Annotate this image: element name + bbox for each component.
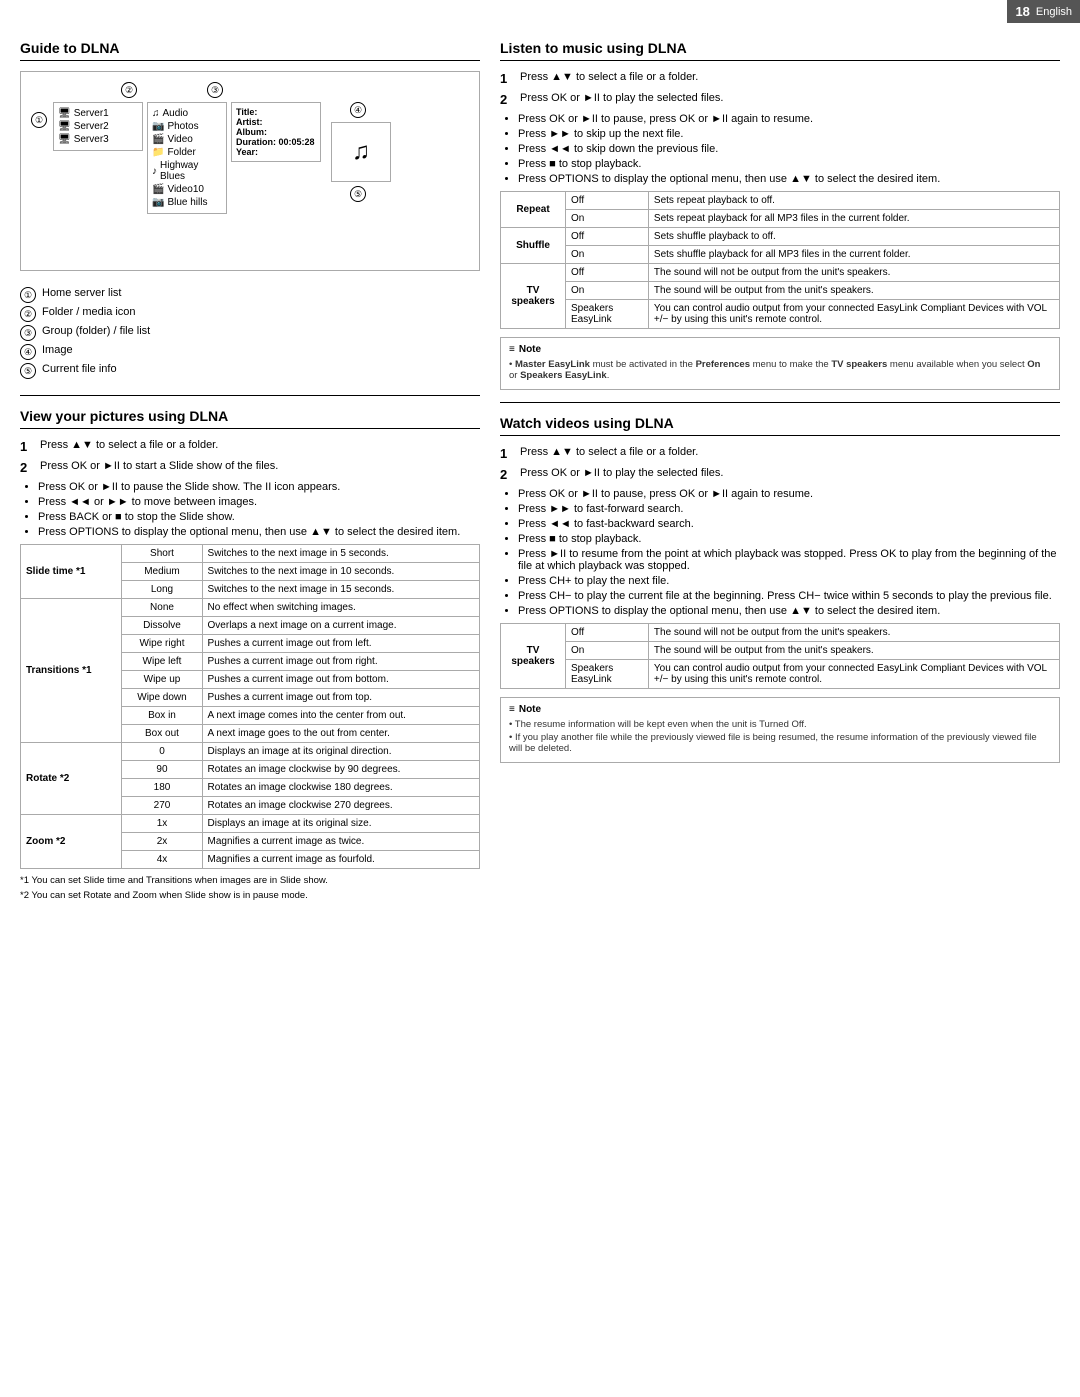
legend-item: ④ Image: [20, 344, 480, 360]
listen-step-2: 2 Press OK or ►II to play the selected f…: [500, 92, 1060, 107]
server-icon: 🖥: [58, 121, 71, 132]
pictures-bullets: Press OK or ►II to pause the Slide show.…: [38, 481, 480, 538]
section-divider: [20, 395, 480, 396]
watch-step-1: 1 Press ▲▼ to select a file or a folder.: [500, 446, 1060, 461]
note-content: • Master EasyLink must be activated in t…: [509, 359, 1051, 381]
table-row: Speakers EasyLink You can control audio …: [501, 300, 1060, 329]
guide-dlna-title: Guide to DLNA: [20, 40, 480, 61]
music-note-icon: ♫: [331, 122, 391, 182]
folder-item: 📁Folder: [152, 146, 222, 159]
watch-table: TV speakers Off The sound will not be ou…: [500, 623, 1060, 689]
server-icon: 🖥: [58, 108, 71, 119]
language-label: English: [1036, 6, 1072, 18]
legend-item: ① Home server list: [20, 287, 480, 303]
note-content-2: • The resume information will be kept ev…: [509, 719, 1051, 754]
note-header: ≡ Note: [509, 344, 1051, 355]
listen-step-1: 1 Press ▲▼ to select a file or a folder.: [500, 71, 1060, 86]
table-row: On Sets shuffle playback for all MP3 fil…: [501, 246, 1060, 264]
step-2: 2 Press OK or ►II to start a Slide show …: [20, 460, 480, 475]
server-icon: 🖥: [58, 134, 71, 145]
server-item: 🖥 Server2: [58, 120, 138, 133]
diagram-num-5: ⑤: [350, 186, 366, 202]
server-item: 🖥 Server1: [58, 107, 138, 120]
table-row: Shuffle Off Sets shuffle playback to off…: [501, 228, 1060, 246]
legend-list: ① Home server list ② Folder / media icon…: [20, 287, 480, 379]
right-column: Listen to music using DLNA 1 Press ▲▼ to…: [500, 40, 1060, 901]
table-row: Rotate *2 0 Displays an image at its ori…: [21, 743, 480, 761]
footnote-2: *2 You can set Rotate and Zoom when Slid…: [20, 890, 480, 901]
listen-bullets: Press OK or ►II to pause, press OK or ►I…: [518, 113, 1060, 185]
footnote-1: *1 You can set Slide time and Transition…: [20, 875, 480, 886]
table-row: Transitions *1 None No effect when switc…: [21, 599, 480, 617]
options-table: Slide time *1 Short Switches to the next…: [20, 544, 480, 869]
legend-item: ② Folder / media icon: [20, 306, 480, 322]
table-row: Zoom *2 1x Displays an image at its orig…: [21, 815, 480, 833]
diagram-num-4: ④: [350, 102, 366, 118]
info-panel: Title: Artist: Album: Duration: 00:05:28…: [231, 102, 321, 162]
watch-step-2: 2 Press OK or ►II to play the selected f…: [500, 467, 1060, 482]
table-row: TV speakers Off The sound will not be ou…: [501, 264, 1060, 282]
view-pictures-title: View your pictures using DLNA: [20, 408, 480, 429]
table-row: Speakers EasyLink You can control audio …: [501, 660, 1060, 689]
note-icon: ≡: [509, 344, 515, 355]
step-1: 1 Press ▲▼ to select a file or a folder.: [20, 439, 480, 454]
table-row: On The sound will be output from the uni…: [501, 642, 1060, 660]
note-icon-2: ≡: [509, 704, 515, 715]
table-row: On Sets repeat playback for all MP3 file…: [501, 210, 1060, 228]
diagram-num-3: ③: [207, 82, 223, 98]
diagram-num-2: ②: [121, 82, 137, 98]
left-column: Guide to DLNA ② ③ ① 🖥 Server1: [20, 40, 480, 901]
note-box-2: ≡ Note • The resume information will be …: [500, 697, 1060, 763]
page-header: 18 English: [1007, 0, 1080, 23]
folder-list: ♫Audio 📷Photos 🎬Video 📁Folder ♪Highway B…: [147, 102, 227, 214]
watch-title: Watch videos using DLNA: [500, 415, 1060, 436]
diagram-num-1: ①: [31, 112, 47, 128]
folder-item: 🎬Video: [152, 133, 222, 146]
folder-item: 🎬Video10: [152, 183, 222, 196]
section-divider-2: [500, 402, 1060, 403]
folder-item: ♫Audio: [152, 107, 222, 120]
table-row: Repeat Off Sets repeat playback to off.: [501, 192, 1060, 210]
folder-item: 📷Blue hills: [152, 196, 222, 209]
legend-item: ⑤ Current file info: [20, 363, 480, 379]
page-number: 18: [1015, 4, 1029, 19]
dlna-diagram: ② ③ ① 🖥 Server1 🖥 Server2: [20, 71, 480, 271]
note-box-1: ≡ Note • Master EasyLink must be activat…: [500, 337, 1060, 390]
folder-item: 📷Photos: [152, 120, 222, 133]
server-list: 🖥 Server1 🖥 Server2 🖥 Server3: [53, 102, 143, 151]
note-header-2: ≡ Note: [509, 704, 1051, 715]
folder-item: ♪Highway Blues: [152, 159, 222, 183]
table-row: TV speakers Off The sound will not be ou…: [501, 624, 1060, 642]
table-row: On The sound will be output from the uni…: [501, 282, 1060, 300]
watch-bullets: Press OK or ►II to pause, press OK or ►I…: [518, 488, 1060, 617]
listen-title: Listen to music using DLNA: [500, 40, 1060, 61]
legend-item: ③ Group (folder) / file list: [20, 325, 480, 341]
listen-table: Repeat Off Sets repeat playback to off. …: [500, 191, 1060, 329]
server-item: 🖥 Server3: [58, 133, 138, 146]
table-row: Slide time *1 Short Switches to the next…: [21, 545, 480, 563]
